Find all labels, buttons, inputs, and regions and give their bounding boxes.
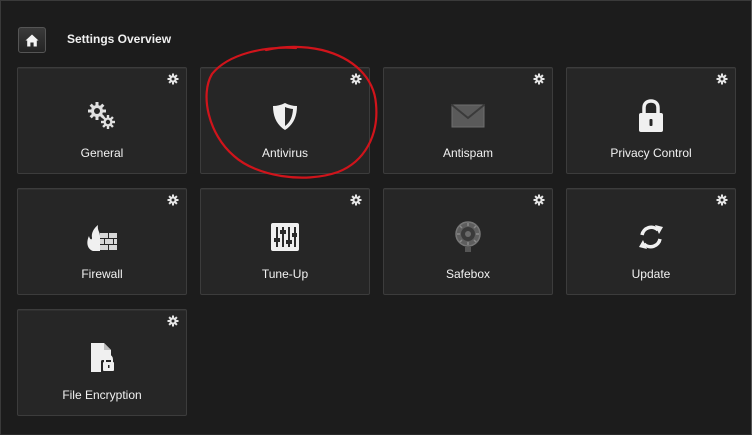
tile-label: Safebox xyxy=(445,267,491,281)
lock-icon xyxy=(633,98,669,134)
tile-label: General xyxy=(80,146,124,160)
file-lock-icon xyxy=(84,340,120,376)
home-button[interactable] xyxy=(18,27,46,53)
tile-label: Antispam xyxy=(442,146,494,160)
tile-general[interactable]: General xyxy=(17,67,187,174)
tile-label: Tune-Up xyxy=(261,267,309,281)
firewall-icon xyxy=(84,219,120,255)
tile-label: File Encryption xyxy=(62,388,142,402)
settings-gear-icon[interactable] xyxy=(716,73,728,85)
settings-gear-icon[interactable] xyxy=(350,194,362,206)
settings-gear-icon[interactable] xyxy=(533,73,545,85)
page-title: Settings Overview xyxy=(67,32,172,46)
settings-gear-icon[interactable] xyxy=(167,315,179,327)
tile-file-encryption[interactable]: File Encryption xyxy=(17,309,187,416)
tile-update[interactable]: Update xyxy=(566,188,736,295)
home-icon xyxy=(25,34,39,46)
refresh-icon xyxy=(633,219,669,255)
tile-label: Firewall xyxy=(81,267,123,281)
safebox-icon xyxy=(450,219,486,255)
tile-firewall[interactable]: Firewall xyxy=(17,188,187,295)
settings-gear-icon[interactable] xyxy=(167,73,179,85)
settings-gear-icon[interactable] xyxy=(167,194,179,206)
tile-label: Privacy Control xyxy=(610,146,692,160)
settings-window: Settings Overview General Antivirus Anti… xyxy=(0,0,752,435)
tile-label: Antivirus xyxy=(261,146,308,160)
envelope-icon xyxy=(450,98,486,134)
settings-gear-icon[interactable] xyxy=(716,194,728,206)
tile-privacy-control[interactable]: Privacy Control xyxy=(566,67,736,174)
tile-label: Update xyxy=(631,267,671,281)
settings-gear-icon[interactable] xyxy=(350,73,362,85)
shield-icon xyxy=(267,98,303,134)
gears-icon xyxy=(84,98,120,134)
settings-gear-icon[interactable] xyxy=(533,194,545,206)
sliders-icon xyxy=(267,219,303,255)
tile-antivirus[interactable]: Antivirus xyxy=(200,67,370,174)
tile-safebox[interactable]: Safebox xyxy=(383,188,553,295)
tile-tune-up[interactable]: Tune-Up xyxy=(200,188,370,295)
tile-antispam[interactable]: Antispam xyxy=(383,67,553,174)
